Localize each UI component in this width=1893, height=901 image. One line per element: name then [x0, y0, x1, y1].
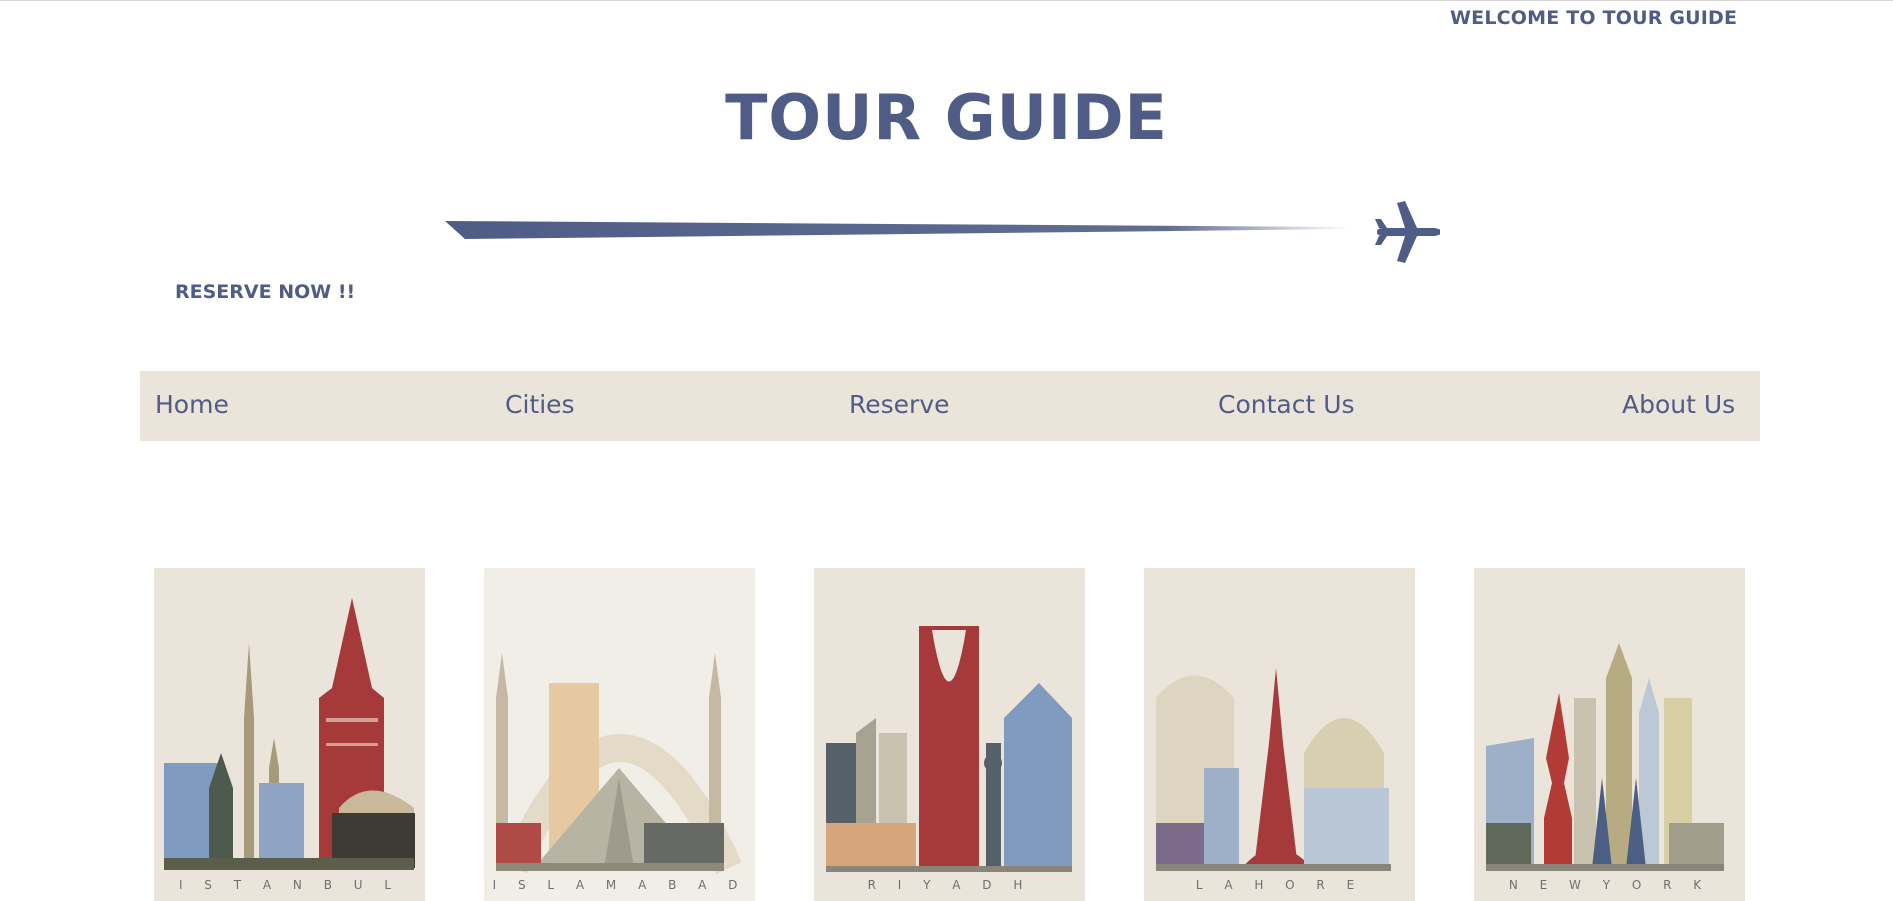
- contrail: [445, 221, 1350, 239]
- nav-home[interactable]: Home: [155, 390, 229, 419]
- city-caption-islamabad: I S L A M A B A D: [492, 878, 747, 892]
- main-navbar: Home Cities Reserve Contact Us About Us: [140, 371, 1760, 441]
- airplane-banner: [445, 201, 1440, 263]
- nav-contact-us[interactable]: Contact Us: [1218, 390, 1355, 419]
- city-card-new-york[interactable]: N E W Y O R K: [1474, 568, 1745, 901]
- reserve-now-link[interactable]: RESERVE NOW !!: [175, 281, 355, 303]
- city-caption-istanbul: I S T A N B U L: [178, 878, 401, 892]
- city-cards: I S T A N B U L I S L A M A B A D R I Y …: [0, 568, 1893, 901]
- city-card-istanbul[interactable]: I S T A N B U L: [154, 568, 425, 901]
- welcome-text: WELCOME TO TOUR GUIDE: [1450, 7, 1738, 29]
- nav-cities[interactable]: Cities: [505, 390, 575, 419]
- city-card-lahore[interactable]: L A H O R E: [1144, 568, 1415, 901]
- nav-about-us[interactable]: About Us: [1622, 390, 1735, 419]
- city-caption-new-york: N E W Y O R K: [1508, 878, 1711, 892]
- city-card-riyadh[interactable]: R I Y A D H: [814, 568, 1085, 901]
- istanbul-skyline-image: [154, 568, 425, 901]
- nav-reserve[interactable]: Reserve: [849, 390, 950, 419]
- city-caption-lahore: L A H O R E: [1195, 878, 1364, 892]
- new-york-skyline-image: [1474, 568, 1745, 901]
- page-title: TOUR GUIDE: [725, 81, 1168, 154]
- islamabad-skyline-image: [484, 568, 755, 901]
- riyadh-skyline-image: [814, 568, 1085, 901]
- city-card-islamabad[interactable]: I S L A M A B A D: [484, 568, 755, 901]
- lahore-skyline-image: [1144, 568, 1415, 901]
- page: WELCOME TO TOUR GUIDE TOUR GUIDE RESERVE…: [0, 0, 1893, 901]
- airplane-icon: [1375, 201, 1440, 263]
- city-caption-riyadh: R I Y A D H: [867, 878, 1032, 892]
